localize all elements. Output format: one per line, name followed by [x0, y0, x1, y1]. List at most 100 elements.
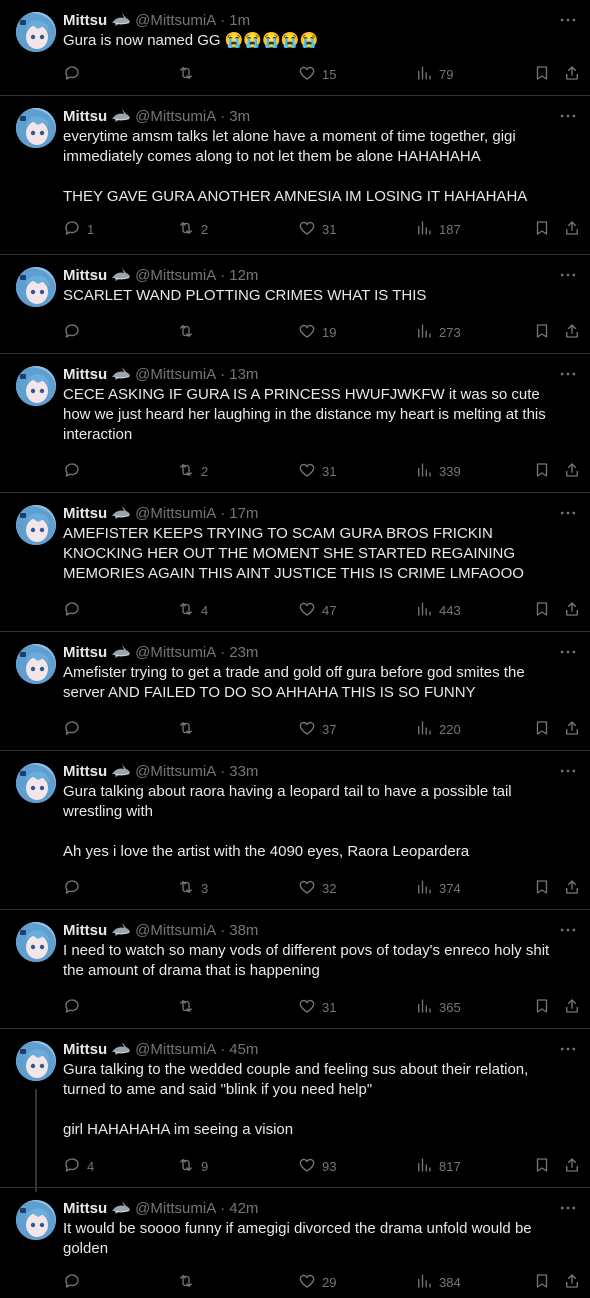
- more-icon[interactable]: [558, 642, 578, 662]
- user-handle[interactable]: @MittsumiA: [135, 108, 216, 125]
- avatar[interactable]: [16, 267, 56, 307]
- user-handle[interactable]: @MittsumiA: [135, 763, 216, 780]
- tweet-time[interactable]: 45m: [229, 1041, 258, 1058]
- user-handle[interactable]: @MittsumiA: [135, 1041, 216, 1058]
- tweet[interactable]: Mittsu @MittsumiA · 13m CECE ASKING IF GURA …: [0, 354, 590, 493]
- reply-button[interactable]: [63, 64, 87, 84]
- views-button[interactable]: 384: [415, 1272, 461, 1292]
- avatar[interactable]: [16, 1200, 56, 1240]
- tweet[interactable]: Mittsu @MittsumiA · 1m Gura is now named GG …: [0, 0, 590, 96]
- user-handle[interactable]: @MittsumiA: [135, 12, 216, 29]
- avatar[interactable]: [16, 505, 56, 545]
- more-icon[interactable]: [558, 920, 578, 940]
- tweet-time[interactable]: 38m: [229, 922, 258, 939]
- share-button[interactable]: [563, 878, 581, 898]
- reply-button[interactable]: [63, 461, 87, 481]
- views-button[interactable]: 817: [415, 1156, 461, 1176]
- more-icon[interactable]: [558, 1198, 578, 1218]
- reply-button[interactable]: [63, 997, 87, 1017]
- share-button[interactable]: [563, 219, 581, 239]
- share-button[interactable]: [563, 1156, 581, 1176]
- avatar[interactable]: [16, 922, 56, 962]
- avatar[interactable]: [16, 644, 56, 684]
- avatar[interactable]: [16, 763, 56, 803]
- more-icon[interactable]: [558, 364, 578, 384]
- retweet-button[interactable]: [177, 1272, 201, 1292]
- avatar[interactable]: [16, 1041, 56, 1081]
- tweet[interactable]: Mittsu @MittsumiA · 17m AMEFISTER KEEPS TRYI…: [0, 493, 590, 632]
- bookmark-button[interactable]: [533, 1272, 551, 1292]
- like-button[interactable]: 32: [298, 878, 336, 898]
- share-button[interactable]: [563, 719, 581, 739]
- user-handle[interactable]: @MittsumiA: [135, 644, 216, 661]
- tweet-time[interactable]: 42m: [229, 1200, 258, 1217]
- bookmark-button[interactable]: [533, 64, 551, 84]
- like-button[interactable]: 47: [298, 600, 336, 620]
- retweet-button[interactable]: 9: [177, 1156, 208, 1176]
- tweet-time[interactable]: 13m: [229, 366, 258, 383]
- more-icon[interactable]: [558, 265, 578, 285]
- bookmark-button[interactable]: [533, 322, 551, 342]
- tweet[interactable]: Mittsu @MittsumiA · 42m It would be soooo fu…: [0, 1188, 590, 1298]
- tweet-time[interactable]: 3m: [229, 108, 250, 125]
- reply-button[interactable]: 4: [63, 1156, 94, 1176]
- display-name[interactable]: Mittsu: [63, 12, 107, 29]
- tweet-time[interactable]: 17m: [229, 505, 258, 522]
- tweet-time[interactable]: 23m: [229, 644, 258, 661]
- tweet[interactable]: Mittsu @MittsumiA · 12m SCARLET WAND PLOTTIN…: [0, 255, 590, 354]
- views-button[interactable]: 187: [415, 219, 461, 239]
- bookmark-button[interactable]: [533, 719, 551, 739]
- display-name[interactable]: Mittsu: [63, 644, 107, 661]
- more-icon[interactable]: [558, 503, 578, 523]
- avatar[interactable]: [16, 108, 56, 148]
- views-button[interactable]: 443: [415, 600, 461, 620]
- like-button[interactable]: 93: [298, 1156, 336, 1176]
- display-name[interactable]: Mittsu: [63, 1200, 107, 1217]
- share-button[interactable]: [563, 64, 581, 84]
- user-handle[interactable]: @MittsumiA: [135, 922, 216, 939]
- tweet[interactable]: Mittsu @MittsumiA · 38m I need to watch so m…: [0, 910, 590, 1029]
- reply-button[interactable]: [63, 719, 87, 739]
- retweet-button[interactable]: 4: [177, 600, 208, 620]
- retweet-button[interactable]: 2: [177, 461, 208, 481]
- display-name[interactable]: Mittsu: [63, 1041, 107, 1058]
- reply-button[interactable]: [63, 322, 87, 342]
- tweet[interactable]: Mittsu @MittsumiA · 3m everytime amsm talks …: [0, 96, 590, 255]
- avatar[interactable]: [16, 366, 56, 406]
- bookmark-button[interactable]: [533, 219, 551, 239]
- retweet-button[interactable]: 2: [177, 219, 208, 239]
- tweet[interactable]: Mittsu @MittsumiA · 23m Amefister trying to …: [0, 632, 590, 751]
- bookmark-button[interactable]: [533, 600, 551, 620]
- display-name[interactable]: Mittsu: [63, 366, 107, 383]
- share-button[interactable]: [563, 997, 581, 1017]
- more-icon[interactable]: [558, 1039, 578, 1059]
- retweet-button[interactable]: 3: [177, 878, 208, 898]
- tweet-time[interactable]: 33m: [229, 763, 258, 780]
- display-name[interactable]: Mittsu: [63, 505, 107, 522]
- like-button[interactable]: 15: [298, 64, 336, 84]
- like-button[interactable]: 29: [298, 1272, 336, 1292]
- views-button[interactable]: 79: [415, 64, 453, 84]
- like-button[interactable]: 37: [298, 719, 336, 739]
- user-handle[interactable]: @MittsumiA: [135, 267, 216, 284]
- more-icon[interactable]: [558, 106, 578, 126]
- retweet-button[interactable]: [177, 64, 201, 84]
- bookmark-button[interactable]: [533, 997, 551, 1017]
- views-button[interactable]: 365: [415, 997, 461, 1017]
- tweet-time[interactable]: 1m: [229, 12, 250, 29]
- share-button[interactable]: [563, 1272, 581, 1292]
- more-icon[interactable]: [558, 10, 578, 30]
- retweet-button[interactable]: [177, 719, 201, 739]
- views-button[interactable]: 273: [415, 322, 461, 342]
- display-name[interactable]: Mittsu: [63, 267, 107, 284]
- reply-button[interactable]: 1: [63, 219, 94, 239]
- user-handle[interactable]: @MittsumiA: [135, 1200, 216, 1217]
- bookmark-button[interactable]: [533, 878, 551, 898]
- retweet-button[interactable]: [177, 997, 201, 1017]
- bookmark-button[interactable]: [533, 1156, 551, 1176]
- like-button[interactable]: 31: [298, 997, 336, 1017]
- tweet[interactable]: Mittsu @MittsumiA · 45m Gura talking to the …: [0, 1029, 590, 1192]
- avatar[interactable]: [16, 12, 56, 52]
- share-button[interactable]: [563, 322, 581, 342]
- views-button[interactable]: 374: [415, 878, 461, 898]
